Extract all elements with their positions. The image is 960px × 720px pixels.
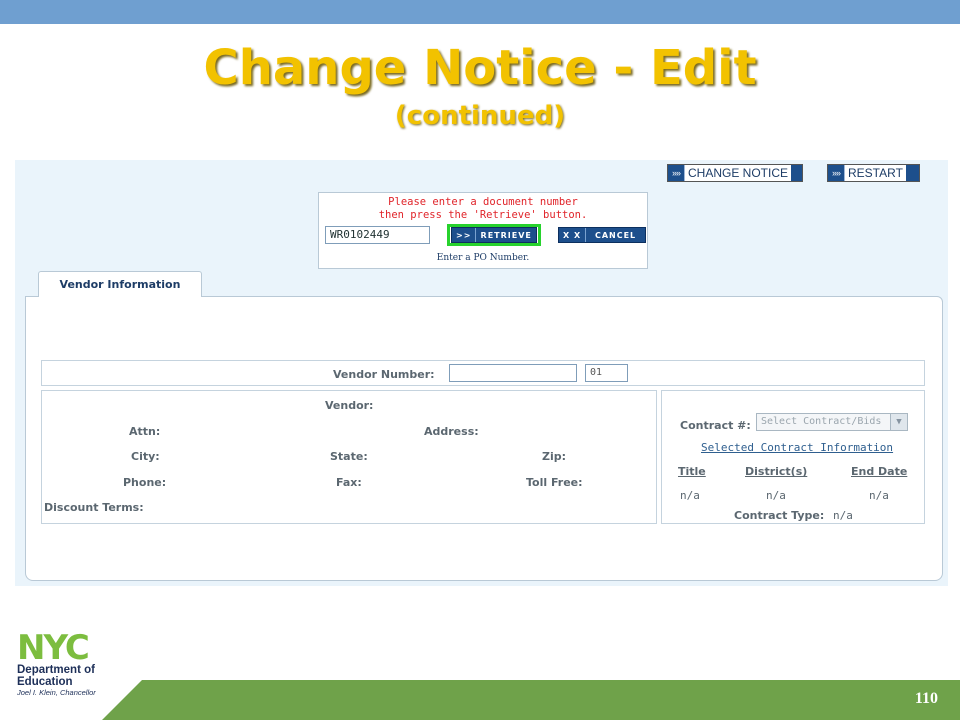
retrieve-prompt: Please enter a document number then pres… bbox=[319, 196, 647, 221]
top-accent-bar bbox=[0, 0, 960, 24]
chevron-icon: ›››› bbox=[668, 165, 685, 181]
close-icon: X X bbox=[559, 228, 587, 242]
districts-column-header: District(s) bbox=[745, 465, 808, 478]
state-label: State: bbox=[330, 450, 368, 463]
contract-select-value: Select Contract/Bids bbox=[761, 416, 882, 427]
prompt-line-2: then press the 'Retrieve' button. bbox=[378, 208, 588, 221]
prompt-line-1: Please enter a document number bbox=[388, 196, 578, 208]
end-date-value: n/a bbox=[869, 489, 889, 502]
title-value: n/a bbox=[680, 489, 700, 502]
phone-label: Phone: bbox=[123, 476, 167, 489]
document-number-input[interactable]: WR0102449 bbox=[325, 226, 430, 244]
nyc-wordmark: NYC bbox=[17, 628, 90, 668]
vendor-details: Vendor: Attn: Address: City: State: Zip:… bbox=[41, 390, 657, 524]
retrieve-hint: Enter a PO Number. bbox=[436, 253, 530, 263]
contract-type-label: Contract Type: bbox=[734, 509, 825, 522]
discount-terms-label: Discount Terms: bbox=[44, 501, 144, 514]
page-number: 110 bbox=[914, 690, 938, 707]
selected-contract-info-link[interactable]: Selected Contract Information bbox=[701, 441, 893, 454]
end-date-column-header: End Date bbox=[851, 465, 908, 478]
toll-free-label: Toll Free: bbox=[526, 476, 583, 489]
restart-label: RESTART bbox=[845, 165, 906, 181]
restart-button[interactable]: ›››› RESTART bbox=[827, 164, 920, 182]
fax-label: Fax: bbox=[336, 476, 362, 489]
contract-type-value: n/a bbox=[833, 509, 853, 522]
change-notice-button[interactable]: ›››› CHANGE NOTICE bbox=[667, 164, 803, 182]
chevron-icon: ›››› bbox=[828, 165, 845, 181]
vendor-suffix-input[interactable]: 01 bbox=[585, 364, 628, 382]
contract-details: Contract #: Select Contract/Bids ▼ Selec… bbox=[661, 390, 925, 524]
cancel-label: CANCEL bbox=[594, 230, 637, 240]
attn-label: Attn: bbox=[129, 425, 161, 438]
footer-bar bbox=[102, 680, 960, 720]
change-notice-label: CHANGE NOTICE bbox=[685, 165, 792, 181]
title-column-header: Title bbox=[678, 465, 706, 478]
contract-select[interactable]: Select Contract/Bids ▼ bbox=[756, 413, 908, 431]
logo-dept-line-1: Department of bbox=[17, 664, 95, 676]
zip-label: Zip: bbox=[542, 450, 567, 463]
footer-wedge bbox=[102, 680, 142, 720]
vendor-number-row: Vendor Number: 01 bbox=[41, 360, 925, 386]
address-label: Address: bbox=[424, 425, 479, 438]
slide-title: Change Notice - Edit bbox=[203, 40, 757, 96]
chevron-down-icon: ▼ bbox=[890, 414, 907, 430]
app-screenshot: ›››› CHANGE NOTICE ›››› RESTART Please e… bbox=[15, 160, 948, 586]
vendor-number-input[interactable] bbox=[449, 364, 577, 382]
tab-vendor-information[interactable]: Vendor Information bbox=[38, 271, 202, 297]
vendor-number-label: Vendor Number: bbox=[333, 368, 435, 381]
cancel-button[interactable]: X X CANCEL bbox=[558, 227, 646, 243]
vendor-label: Vendor: bbox=[325, 399, 374, 412]
districts-value: n/a bbox=[766, 489, 786, 502]
retrieve-panel: Please enter a document number then pres… bbox=[318, 192, 648, 269]
slide-subtitle: (continued) bbox=[394, 101, 566, 131]
contract-number-label: Contract #: bbox=[680, 419, 751, 432]
retrieve-button[interactable]: >> RETRIEVE bbox=[451, 227, 537, 243]
chevron-icon: >> bbox=[452, 228, 477, 242]
city-label: City: bbox=[131, 450, 160, 463]
retrieve-label: RETRIEVE bbox=[480, 230, 532, 240]
